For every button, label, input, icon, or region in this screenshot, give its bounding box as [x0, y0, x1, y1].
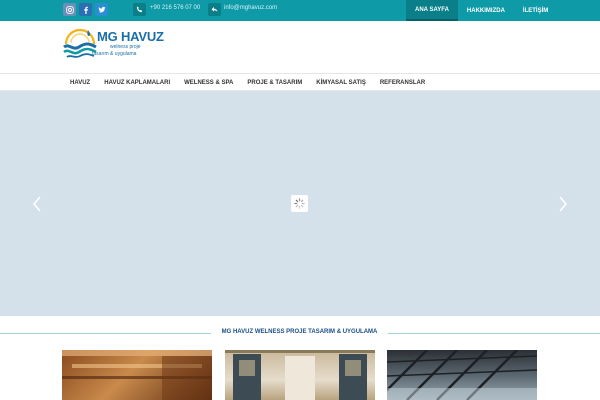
logo-tagline-2: tasarım & uygulama — [92, 51, 137, 57]
nav-item-proje-tasarim[interactable]: PROJE & TASARIM — [240, 74, 309, 91]
divider-left — [0, 333, 211, 334]
main-nav-items: HAVUZ HAVUZ KAPLAMALARI WELNESS & SPA PR… — [63, 74, 432, 92]
card-image-hammam[interactable] — [225, 350, 375, 400]
instagram-icon[interactable] — [63, 3, 76, 16]
card-image-pool-roof[interactable] — [387, 350, 537, 400]
phone-icon — [133, 3, 146, 16]
nav-item-referanslar[interactable]: REFERANSLAR — [373, 74, 432, 91]
section-title: MG HAVUZ WELNESS PROJE TASARIM & UYGULAM… — [221, 329, 378, 335]
twitter-icon[interactable] — [95, 3, 108, 16]
main-nav: HAVUZ HAVUZ KAPLAMALARI WELNESS & SPA PR… — [0, 73, 600, 91]
topnav-ana-sayfa[interactable]: ANA SAYFA — [406, 0, 458, 21]
nav-item-welness-spa[interactable]: WELNESS & SPA — [177, 74, 240, 91]
logo-brand: MG HAVUZ — [97, 29, 164, 44]
email-link[interactable]: info@mghavuz.com — [224, 5, 277, 11]
chevron-right-icon[interactable] — [557, 195, 569, 213]
nav-item-havuz-kaplamalari[interactable]: HAVUZ KAPLAMALARI — [97, 74, 177, 91]
site-header: MG HAVUZ welness proje tasarım & uygulam… — [0, 21, 600, 73]
logo[interactable]: MG HAVUZ welness proje tasarım & uygulam… — [63, 26, 173, 66]
divider-right — [388, 333, 600, 334]
spinner-icon — [291, 195, 308, 212]
card-image-sauna[interactable] — [62, 350, 212, 400]
top-nav: ANA SAYFA HAKKIMIZDA İLETİŞİM — [406, 0, 557, 21]
nav-item-havuz[interactable]: HAVUZ — [63, 74, 97, 91]
top-bar: +90 216 576 07 00 info@mghavuz.com ANA S… — [0, 0, 600, 21]
chevron-left-icon[interactable] — [31, 195, 43, 213]
phone-number[interactable]: +90 216 576 07 00 — [150, 5, 200, 11]
reply-icon — [208, 3, 221, 16]
nav-item-kimyasal-satis[interactable]: KİMYASAL SATIŞ — [309, 74, 373, 91]
topnav-iletisim[interactable]: İLETİŞİM — [514, 0, 557, 21]
topnav-hakkimizda[interactable]: HAKKIMIZDA — [458, 0, 514, 21]
facebook-icon[interactable] — [79, 3, 92, 16]
logo-tagline-1: welness proje — [110, 44, 141, 50]
